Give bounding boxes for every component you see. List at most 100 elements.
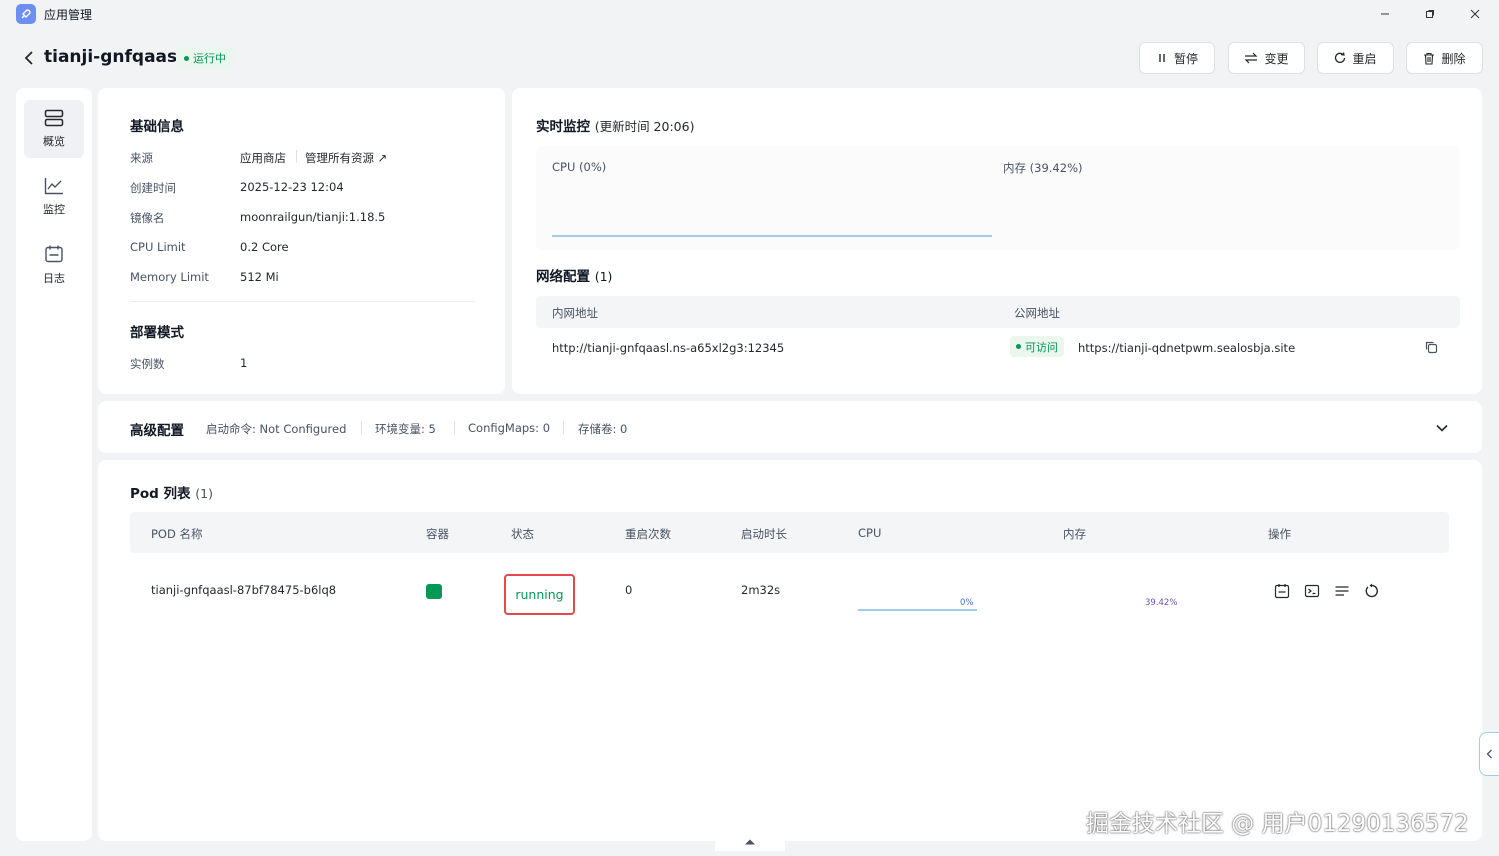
deploy-mode-title: 部署模式 xyxy=(130,325,184,341)
accessible-dot-icon xyxy=(1016,344,1021,349)
overview-icon xyxy=(44,109,64,127)
back-chevron-icon[interactable] xyxy=(20,49,38,67)
window-titlebar: 应用管理 xyxy=(0,0,1499,28)
chart-icon xyxy=(44,178,63,195)
pause-icon xyxy=(1159,54,1165,62)
col-actions: 操作 xyxy=(1268,527,1291,541)
pod-list-title-text: Pod 列表 xyxy=(130,486,191,502)
cpu-monitor-line xyxy=(552,235,992,237)
source-value: 应用商店 xyxy=(240,151,286,165)
bottom-expand-handle[interactable] xyxy=(715,831,785,851)
memory-monitor-label: 内存 (39.42%) xyxy=(1003,161,1083,175)
network-count: (1) xyxy=(594,269,613,284)
pod-restart-icon[interactable] xyxy=(1362,581,1382,601)
network-title-text: 网络配置 xyxy=(536,269,590,285)
terminal-icon[interactable] xyxy=(1302,581,1322,601)
maximize-button[interactable] xyxy=(1419,4,1441,24)
pod-restarts: 0 xyxy=(625,583,633,597)
swap-icon xyxy=(1245,52,1258,64)
image-key: 镜像名 xyxy=(130,211,165,225)
divider xyxy=(563,421,564,434)
instances-value: 1 xyxy=(240,356,248,370)
env-vars-info: 环境变量: 5 xyxy=(375,422,436,436)
monitor-chart-area: CPU (0%) 内存 (39.42%) xyxy=(536,146,1460,250)
sidebar-item-label: 概览 xyxy=(43,135,65,148)
divider xyxy=(296,150,297,163)
memory-limit-value: 512 Mi xyxy=(240,270,279,284)
storage-info: 存储卷: 0 xyxy=(578,422,628,436)
restart-icon xyxy=(1335,52,1346,63)
trash-icon xyxy=(1424,52,1435,65)
copy-icon[interactable] xyxy=(1421,337,1441,357)
restart-label: 重启 xyxy=(1352,51,1377,66)
advanced-config-title: 高级配置 xyxy=(130,423,184,439)
close-button[interactable] xyxy=(1464,4,1486,24)
monitor-title-text: 实时监控 xyxy=(536,119,590,135)
col-container: 容器 xyxy=(426,527,449,541)
internal-address[interactable]: http://tianji-gnfqaasl.ns-a65xl2g3:12345 xyxy=(552,341,784,355)
pause-label: 暂停 xyxy=(1173,51,1198,66)
restart-button[interactable]: 重启 xyxy=(1317,42,1394,74)
monitor-card: 实时监控 (更新时间 20:06) CPU (0%) 内存 (39.42%) 网… xyxy=(512,88,1482,394)
delete-label: 删除 xyxy=(1441,51,1466,66)
cpu-monitor-label: CPU (0%) xyxy=(552,160,607,174)
advanced-config-bar[interactable]: 高级配置 启动命令: Not Configured 环境变量: 5 Config… xyxy=(98,401,1482,453)
public-address-link[interactable]: https://tianji-qdnetpwm.sealosbja.site xyxy=(1078,341,1295,355)
memory-limit-key: Memory Limit xyxy=(130,270,209,284)
pod-status: running xyxy=(515,587,564,602)
col-cpu: CPU xyxy=(858,526,882,540)
sidebar-item-overview[interactable]: 概览 xyxy=(24,100,84,158)
col-status: 状态 xyxy=(511,527,534,541)
start-command-info: 启动命令: Not Configured xyxy=(206,422,347,436)
delete-button[interactable]: 删除 xyxy=(1406,42,1483,74)
manage-resources-label: 管理所有资源 xyxy=(305,151,374,165)
source-key: 来源 xyxy=(130,151,153,165)
accessible-label: 可访问 xyxy=(1025,340,1058,354)
window-title: 应用管理 xyxy=(44,8,93,22)
minimize-button[interactable] xyxy=(1374,4,1396,24)
pod-count: (1) xyxy=(195,486,213,501)
app-name: tianji-gnfqaasl xyxy=(44,47,183,67)
status-dot-icon xyxy=(184,55,189,61)
sidebar-item-monitor[interactable]: 监控 xyxy=(24,168,84,226)
col-pod-name: POD 名称 xyxy=(151,527,203,541)
configmaps-info: ConfigMaps: 0 xyxy=(468,421,551,435)
basic-info-title: 基础信息 xyxy=(130,119,184,135)
created-time-value: 2025-12-23 12:04 xyxy=(240,180,344,194)
cpu-limit-value: 0.2 Core xyxy=(240,240,289,254)
section-divider xyxy=(130,301,475,302)
col-uptime: 启动时长 xyxy=(741,527,787,541)
pod-memory-value: 39.42% xyxy=(1145,598,1178,608)
pod-list-card: Pod 列表 (1) POD 名称 容器 状态 重启次数 启动时长 CPU 内存… xyxy=(98,460,1482,841)
cpu-limit-key: CPU Limit xyxy=(130,240,186,254)
sidebar-item-label: 监控 xyxy=(43,203,65,216)
basic-info-card: 基础信息 来源 应用商店 管理所有资源 ↗ 创建时间 2025-12-23 12… xyxy=(98,88,505,394)
sidebar-item-label: 日志 xyxy=(43,272,65,285)
watermark-text: 掘金技术社区 @ 用户01290136572 xyxy=(1086,811,1469,837)
side-panel-toggle[interactable] xyxy=(1479,732,1499,776)
change-button[interactable]: 变更 xyxy=(1228,42,1305,74)
network-table-header: 内网地址 公网地址 xyxy=(536,296,1460,328)
col-public-address: 公网地址 xyxy=(1014,306,1060,320)
pod-cpu-value: 0% xyxy=(960,598,974,608)
details-icon[interactable] xyxy=(1332,581,1352,601)
divider xyxy=(454,421,455,434)
pause-button[interactable]: 暂停 xyxy=(1139,42,1215,74)
chevron-down-icon[interactable] xyxy=(1432,418,1452,438)
sidebar-item-logs[interactable]: 日志 xyxy=(24,236,84,294)
container-status-icon[interactable] xyxy=(426,584,442,599)
pod-table-header: POD 名称 容器 状态 重启次数 启动时长 CPU 内存 操作 xyxy=(130,512,1449,553)
manage-resources-link[interactable]: 管理所有资源 ↗ xyxy=(305,150,387,166)
pod-logs-icon[interactable] xyxy=(1272,581,1292,601)
status-label: 运行中 xyxy=(193,52,226,65)
image-value: moonrailgun/tianji:1.18.5 xyxy=(240,210,386,224)
created-time-key: 创建时间 xyxy=(130,181,176,195)
network-title: 网络配置 (1) xyxy=(536,265,612,285)
logs-icon xyxy=(45,245,63,263)
col-restarts: 重启次数 xyxy=(625,527,671,541)
external-link-icon: ↗ xyxy=(377,151,388,165)
app-detail-header: tianji-gnfqaasl 运行中 暂停 变更 重启 删除 xyxy=(0,36,1499,82)
detail-sidebar: 概览 监控 日志 xyxy=(16,88,92,841)
col-internal-address: 内网地址 xyxy=(552,306,598,320)
divider xyxy=(361,421,362,434)
